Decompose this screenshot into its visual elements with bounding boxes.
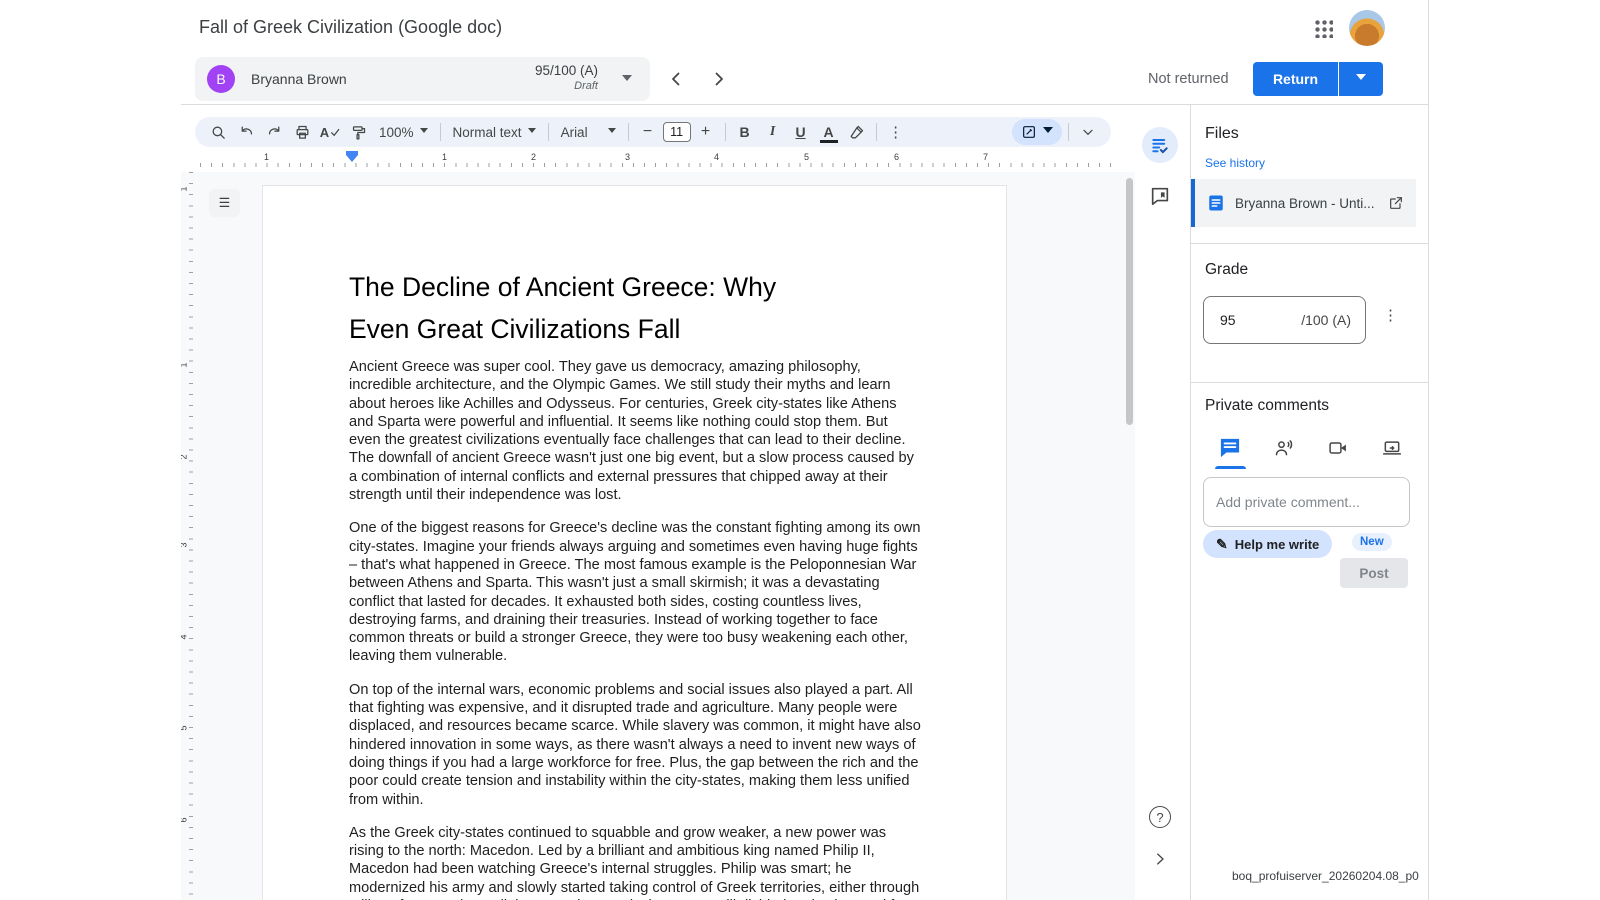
chevron-down-icon bbox=[1043, 127, 1053, 138]
grading-tool-window: Fall of Greek Civilization (Google doc) … bbox=[0, 0, 1600, 900]
chevron-down-icon bbox=[608, 128, 616, 137]
next-student-button[interactable] bbox=[707, 67, 731, 91]
paragraph-style-select[interactable]: Normal text bbox=[447, 119, 542, 145]
grade-input[interactable]: 95 /100 (A) bbox=[1203, 296, 1366, 344]
italic-button[interactable]: I bbox=[760, 119, 786, 145]
google-doc-icon bbox=[1207, 194, 1225, 212]
post-button[interactable]: Post bbox=[1340, 558, 1408, 588]
search-icon[interactable] bbox=[205, 119, 231, 145]
private-comments-heading: Private comments bbox=[1205, 397, 1329, 415]
more-options-icon[interactable]: ⋮ bbox=[883, 119, 909, 145]
help-me-write-button[interactable]: ✎ Help me write bbox=[1203, 530, 1332, 558]
open-in-new-icon[interactable] bbox=[1388, 195, 1404, 211]
voice-comment-tab-icon[interactable] bbox=[1273, 438, 1296, 458]
print-icon[interactable] bbox=[289, 119, 315, 145]
vertical-scrollbar[interactable] bbox=[1126, 178, 1133, 425]
grade-denominator: /100 (A) bbox=[1301, 312, 1351, 328]
comment-type-tabs bbox=[1219, 438, 1404, 458]
grade-value: 95 bbox=[1220, 312, 1236, 328]
bold-button[interactable]: B bbox=[732, 119, 758, 145]
pencil-sparkle-icon: ✎ bbox=[1216, 536, 1228, 553]
grading-panel-icon[interactable] bbox=[1142, 127, 1178, 163]
document-outline-icon[interactable]: ☰ bbox=[209, 189, 240, 217]
vertical-ruler bbox=[189, 172, 193, 900]
text-comment-tab-icon[interactable] bbox=[1219, 438, 1242, 458]
private-comment-input[interactable] bbox=[1203, 477, 1410, 527]
return-button[interactable]: Return bbox=[1253, 62, 1338, 96]
paragraph: Ancient Greece was super cool. They gave… bbox=[349, 358, 921, 504]
page-title: Fall of Greek Civilization (Google doc) bbox=[199, 17, 502, 38]
horizontal-ruler: 1 1 2 3 4 5 6 7 bbox=[200, 151, 1111, 169]
hide-menus-icon[interactable] bbox=[1075, 119, 1101, 145]
document-page[interactable]: The Decline of Ancient Greece: Why Even … bbox=[262, 185, 1007, 900]
document-title: The Decline of Ancient Greece: Why Even … bbox=[349, 266, 889, 350]
spellcheck-icon[interactable]: A bbox=[317, 119, 343, 145]
decrease-font-size-button[interactable]: − bbox=[635, 119, 661, 145]
grade-heading: Grade bbox=[1205, 261, 1248, 279]
video-comment-tab-icon[interactable] bbox=[1327, 438, 1350, 458]
docs-toolbar: A 100% Normal text Arial − 11 + B I bbox=[195, 117, 1111, 147]
apps-grid-icon[interactable] bbox=[1313, 18, 1333, 38]
window-right-border bbox=[1428, 0, 1429, 900]
student-grade: 95/100 (A) bbox=[535, 63, 598, 78]
document-body: Ancient Greece was super cool. They gave… bbox=[349, 358, 921, 900]
account-avatar[interactable] bbox=[1349, 10, 1385, 46]
font-size-input[interactable]: 11 bbox=[663, 122, 691, 142]
grade-more-options-icon[interactable]: ⋮ bbox=[1383, 308, 1398, 323]
editing-mode-button[interactable] bbox=[1012, 119, 1062, 145]
paragraph: On top of the internal wars, economic pr… bbox=[349, 681, 921, 809]
increase-font-size-button[interactable]: + bbox=[693, 119, 719, 145]
selected-tab-indicator bbox=[1215, 466, 1246, 469]
help-icon[interactable]: ? bbox=[1149, 806, 1171, 828]
chevron-down-icon bbox=[528, 128, 536, 137]
chevron-down-icon[interactable] bbox=[622, 75, 632, 86]
underline-button[interactable]: U bbox=[788, 119, 814, 145]
return-status: Not returned bbox=[1148, 71, 1229, 87]
file-name: Bryanna Brown - Unti... bbox=[1235, 196, 1380, 211]
return-dropdown-button[interactable] bbox=[1339, 62, 1383, 96]
paragraph: One of the biggest reasons for Greece's … bbox=[349, 519, 921, 665]
paragraph: As the Greek city-states continued to sq… bbox=[349, 824, 921, 900]
redo-icon[interactable] bbox=[261, 119, 287, 145]
indent-marker[interactable] bbox=[346, 155, 358, 168]
student-name: Bryanna Brown bbox=[251, 71, 347, 87]
font-select[interactable]: Arial bbox=[555, 119, 622, 145]
new-badge: New bbox=[1352, 533, 1392, 551]
undo-icon[interactable] bbox=[233, 119, 259, 145]
document-canvas: 1 1 2 3 4 5 6 ☰ The Decline of Ancient G… bbox=[181, 172, 1135, 900]
highlight-color-icon[interactable] bbox=[844, 119, 870, 145]
screen-recording-tab-icon[interactable] bbox=[1381, 438, 1404, 458]
comment-bank-icon[interactable] bbox=[1149, 185, 1171, 207]
chevron-down-icon bbox=[1356, 74, 1366, 85]
zoom-select[interactable]: 100% bbox=[373, 119, 434, 145]
see-history-link[interactable]: See history bbox=[1205, 156, 1265, 170]
grade-draft-state: Draft bbox=[535, 80, 598, 92]
previous-student-button[interactable] bbox=[664, 67, 688, 91]
collapse-sidebar-icon[interactable] bbox=[1151, 850, 1169, 868]
text-color-button[interactable]: A bbox=[816, 119, 842, 145]
student-avatar: B bbox=[207, 65, 235, 93]
student-selector[interactable]: B Bryanna Brown 95/100 (A) Draft bbox=[195, 57, 650, 101]
file-item[interactable]: Bryanna Brown - Unti... bbox=[1191, 179, 1416, 227]
build-version-label: boq_profuiserver_20260204.08_p0 bbox=[1232, 869, 1419, 883]
chevron-down-icon bbox=[420, 128, 428, 137]
docs-chrome: A 100% Normal text Arial − 11 + B I bbox=[181, 105, 1135, 172]
paint-format-icon[interactable] bbox=[345, 119, 371, 145]
files-heading: Files bbox=[1205, 125, 1239, 143]
